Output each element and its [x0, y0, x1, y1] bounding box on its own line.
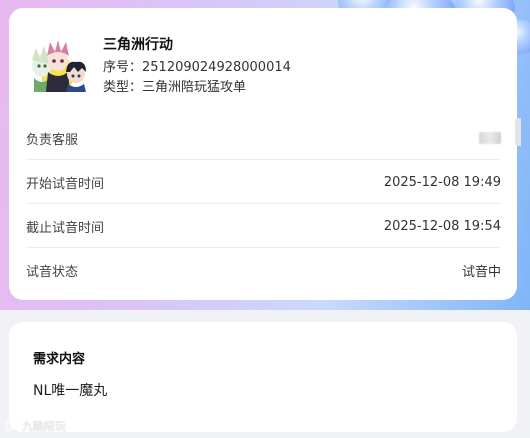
detail-label: 开始试音时间: [26, 176, 105, 192]
detail-row-service: 负责客服: [26, 116, 501, 160]
requirement-content: NL唯一魔丸: [33, 383, 108, 399]
detail-row-end-time: 截止试音时间 2025-12-08 19:54: [26, 204, 501, 248]
detail-label: 截止试音时间: [26, 220, 105, 236]
order-serial: 序号：251209024928000014: [103, 60, 291, 75]
order-type: 类型：三角洲陪玩猛攻单: [103, 80, 247, 95]
detail-value: 2025-12-08 19:54: [383, 218, 501, 234]
product-summary[interactable]: 三角洲行动 序号：251209024928000014 类型：三角洲陪玩猛攻单: [26, 30, 496, 110]
requirement-card: 需求内容 NL唯一魔丸: [9, 322, 517, 432]
requirement-title: 需求内容: [33, 352, 86, 367]
detail-value: 2025-12-08 19:49: [383, 174, 501, 190]
detail-row-status: 试音状态 试音中: [26, 248, 501, 292]
service-agent-redacted: [479, 132, 501, 144]
order-info-card: 三角洲行动 序号：251209024928000014 类型：三角洲陪玩猛攻单 …: [9, 8, 517, 300]
status-badge: 试音中: [461, 264, 501, 280]
product-name: 三角洲行动: [103, 37, 173, 53]
product-avatar-icon: [26, 36, 90, 92]
detail-label: 负责客服: [26, 132, 79, 148]
side-handle[interactable]: [515, 118, 521, 146]
brand-logo-icon: [6, 421, 19, 431]
watermark-text: 九酷陪玩: [22, 420, 66, 433]
detail-row-start-time: 开始试音时间 2025-12-08 19:49: [26, 160, 501, 204]
detail-label: 试音状态: [26, 264, 79, 280]
watermark: 九酷陪玩: [6, 419, 66, 433]
